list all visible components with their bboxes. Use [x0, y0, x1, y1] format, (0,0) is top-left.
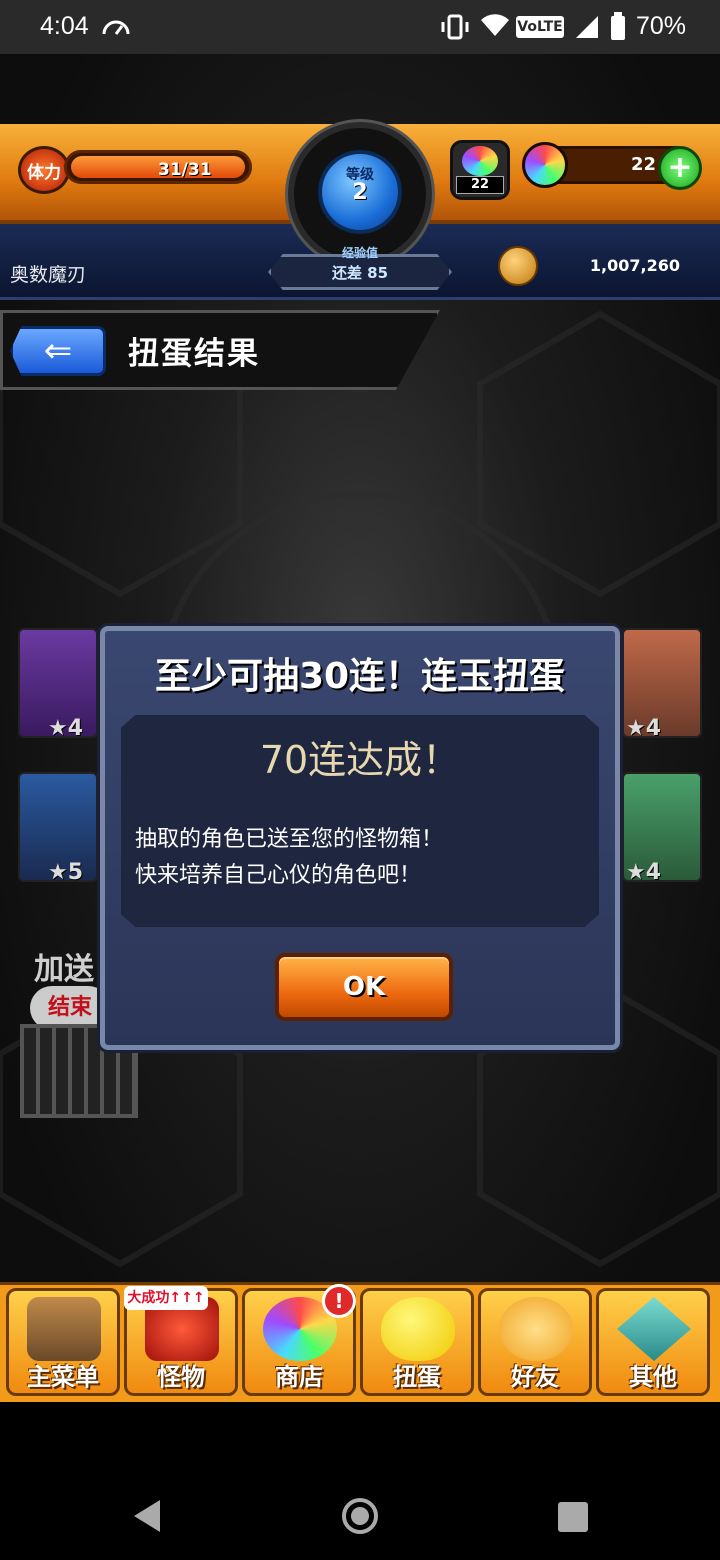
speedometer-icon: [102, 20, 130, 35]
question-icon: [617, 1297, 691, 1361]
nav-item-label: 商店: [275, 1363, 323, 1391]
system-home-button[interactable]: [342, 1498, 378, 1534]
dialog-headline: 70连达成！: [259, 738, 461, 782]
exp-label: 经验值: [341, 246, 378, 260]
status-bar: 4:04 VoLTE 70%: [0, 0, 720, 54]
dialog-line-2: 快来培养自己心仪的角色吧！: [135, 863, 422, 888]
battery-percent: 70%: [636, 12, 687, 40]
system-recents-button[interactable]: [558, 1502, 588, 1532]
item-count: 22: [456, 176, 504, 194]
nav-item-friends[interactable]: 好友: [478, 1288, 592, 1396]
system-back-button[interactable]: [134, 1500, 160, 1532]
vibrate-icon: [441, 14, 469, 40]
system-nav-bar: [0, 1402, 720, 1560]
orb-icon: [522, 142, 568, 188]
back-arrow-icon: ⇐: [43, 331, 73, 371]
nav-item-main-menu[interactable]: 主菜单: [6, 1288, 120, 1396]
signal-icon: [576, 16, 598, 38]
volte-badge: VoLTE: [516, 16, 564, 38]
dialog-title: 至少可抽30连！连玉扭蛋: [154, 656, 566, 697]
page-title: 扭蛋结果: [128, 336, 260, 372]
nav-item-label: 好友: [511, 1363, 559, 1391]
gate-icon: [27, 1297, 101, 1361]
exp-remaining: 还差 85: [331, 264, 389, 282]
nav-item-label: 其他: [629, 1363, 677, 1391]
level-value: 2: [352, 180, 368, 205]
result-dialog: 至少可抽30连！连玉扭蛋 70连达成！ 抽取的角色已送至您的怪物箱！ 快来培养自…: [100, 626, 620, 1050]
back-button[interactable]: ⇐: [10, 326, 106, 376]
stamina-value: 31/31: [158, 160, 212, 180]
stamina-icon: 体力: [18, 146, 70, 194]
shop-alert-badge: !: [322, 1284, 356, 1318]
bonus-label: 加送: [34, 952, 94, 987]
nav-item-label: 扭蛋: [393, 1363, 441, 1391]
nav-item-gacha[interactable]: 扭蛋: [360, 1288, 474, 1396]
wifi-icon: [481, 14, 509, 36]
nav-item-other[interactable]: 其他: [596, 1288, 710, 1396]
monster-success-ribbon: 大成功↑↑↑: [124, 1286, 208, 1310]
nav-item-label: 怪物: [157, 1363, 205, 1391]
player-name: 奥数魔刃: [10, 264, 87, 286]
egg-icon: [381, 1297, 455, 1361]
nav-item-label: 主菜单: [27, 1363, 99, 1391]
orb-count: 22: [630, 154, 656, 175]
battery-icon: [611, 12, 625, 40]
dialog-line-1: 抽取的角色已送至您的怪物箱！: [135, 827, 444, 852]
coin-icon: [498, 246, 538, 286]
balloons-icon: [499, 1297, 573, 1361]
dialog-message-panel: 70连达成！ 抽取的角色已送至您的怪物箱！ 快来培养自己心仪的角色吧！: [121, 715, 599, 927]
ok-button[interactable]: OK: [275, 953, 453, 1021]
status-time: 4:04: [40, 12, 89, 40]
add-orbs-button[interactable]: +: [658, 146, 702, 190]
potion-icon: [462, 146, 498, 176]
coin-count: 1,007,260: [589, 256, 680, 275]
